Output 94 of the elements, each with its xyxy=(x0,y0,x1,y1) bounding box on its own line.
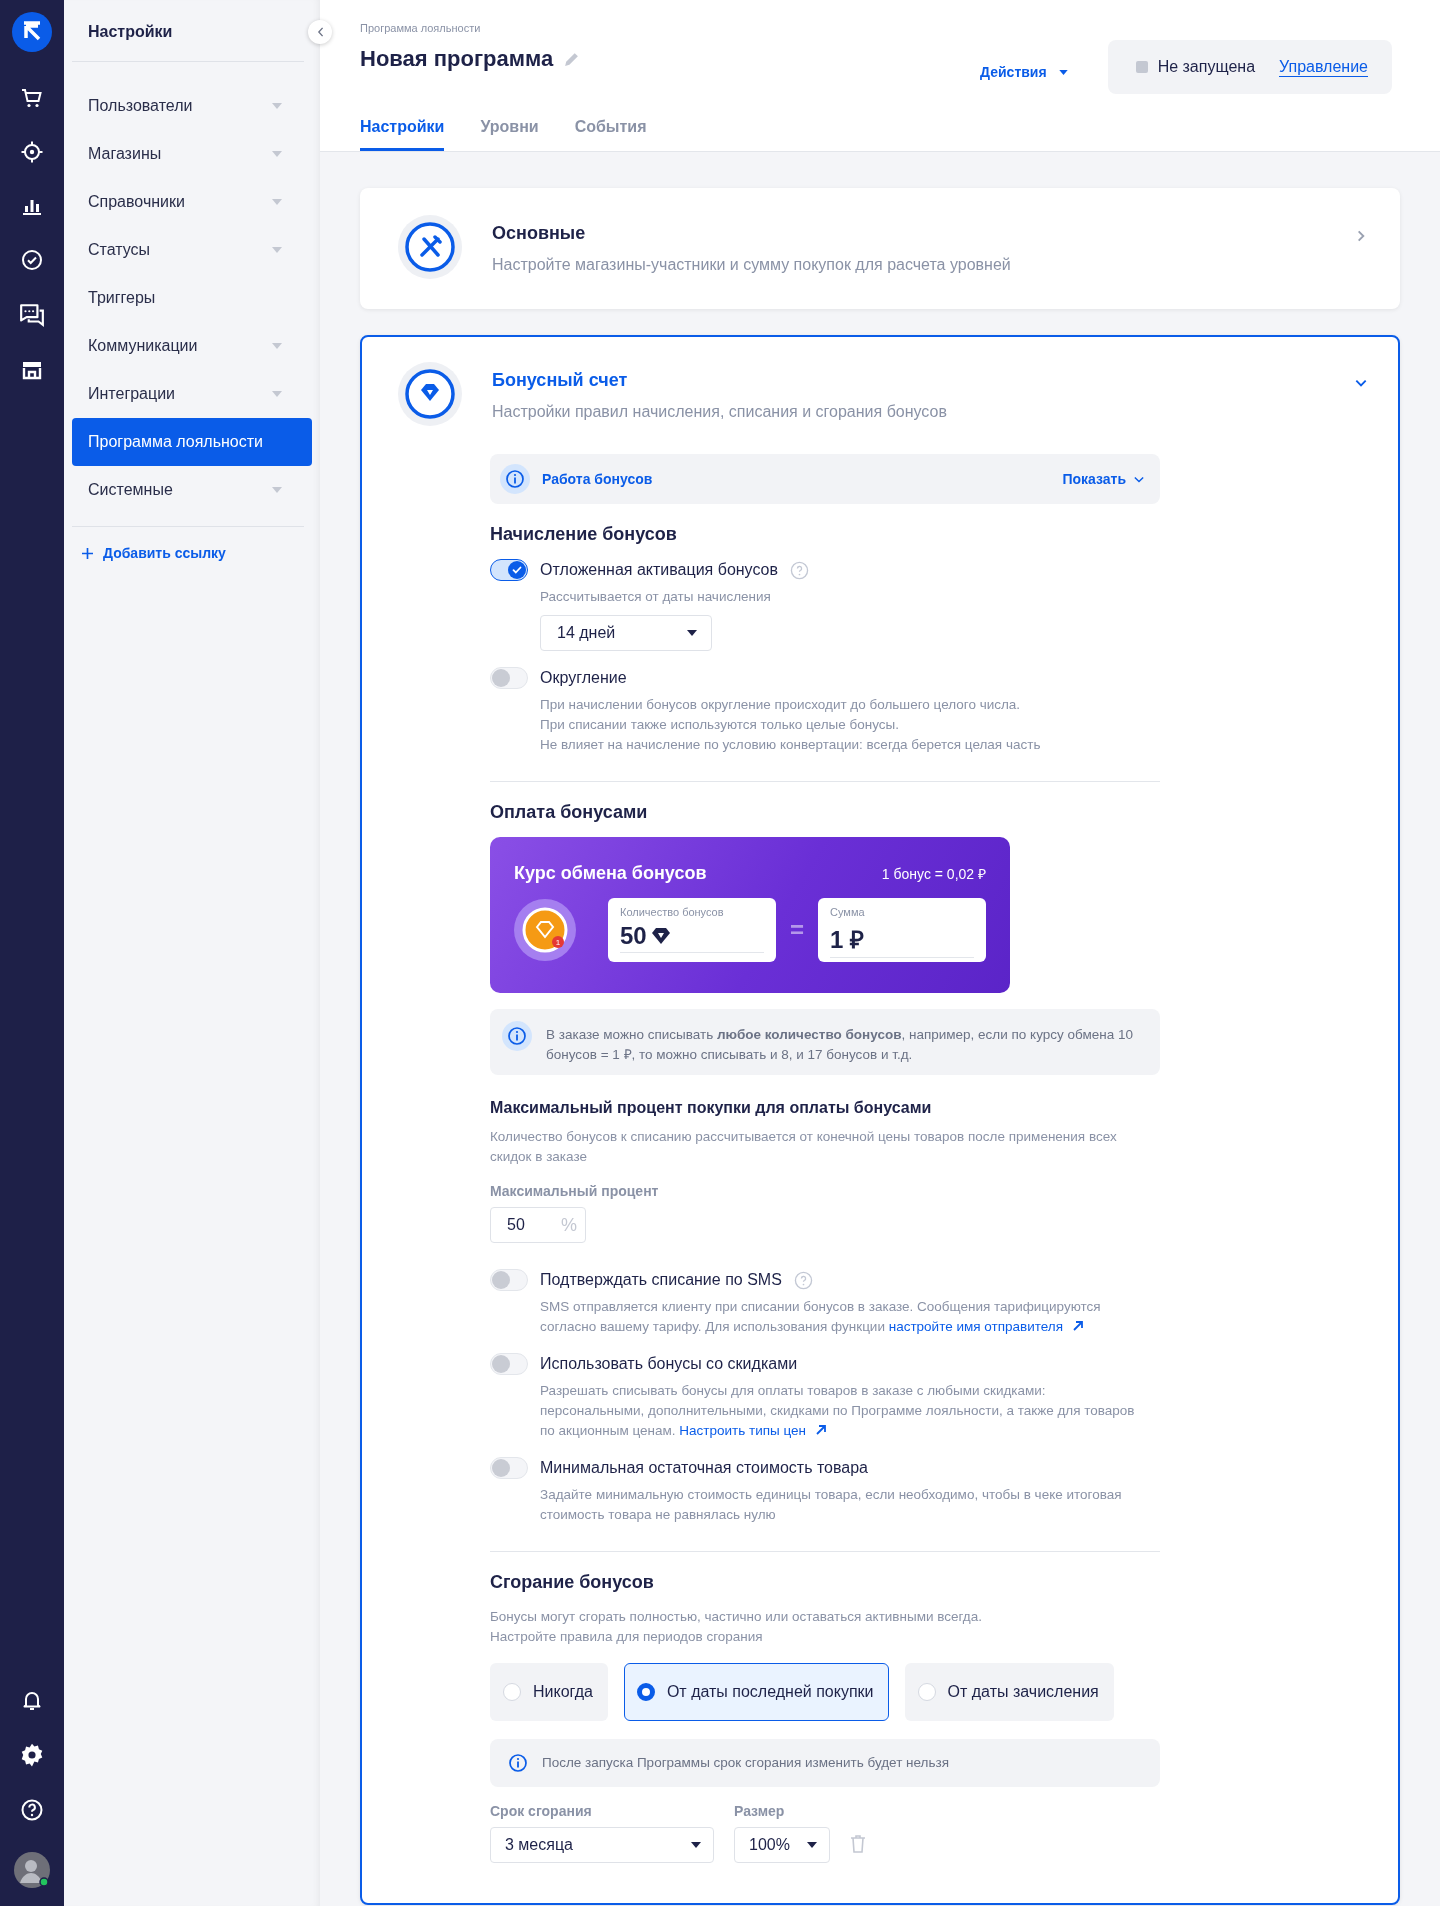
caret-icon xyxy=(272,487,282,493)
settings-link[interactable]: Настроить типы цен xyxy=(679,1423,806,1438)
option-label: Использовать бонусы со скидками xyxy=(540,1354,798,1374)
caret-icon xyxy=(807,1842,817,1848)
section-heading: Сгорание бонусов xyxy=(490,1572,655,1593)
settings-icon[interactable] xyxy=(19,1742,45,1768)
info-icon xyxy=(508,1753,528,1773)
field-label: Количество бонусов xyxy=(620,906,725,918)
toggle-switch[interactable] xyxy=(490,559,528,581)
gem-coin-icon xyxy=(514,899,576,961)
caret-icon xyxy=(272,391,282,397)
info-bar-title: Работа бонусов xyxy=(542,471,654,487)
option-label: Подтверждать списание по SMS xyxy=(540,1270,782,1290)
target-icon[interactable] xyxy=(20,140,44,164)
show-button[interactable]: Показать xyxy=(1062,471,1144,487)
caret-icon xyxy=(1058,69,1068,75)
check-icon xyxy=(511,564,523,576)
manage-link[interactable]: Управление xyxy=(1279,57,1368,77)
info-icon xyxy=(505,469,525,489)
option-label: Отложенная активация бонусов xyxy=(540,560,778,580)
card-title[interactable]: Основные xyxy=(492,223,1324,244)
sidebar-item[interactable]: Триггеры xyxy=(72,274,304,322)
caret-icon xyxy=(272,199,282,205)
option-description: SMS отправляется клиенту при списании бонусов в заказе. Сообщения тарифицируются согласно вашему тарифу. Для использования функции настройте имя отправителя xyxy=(540,1298,1102,1336)
external-link-icon[interactable] xyxy=(814,1423,828,1437)
tools-icon xyxy=(398,215,462,279)
actions-dropdown[interactable]: Действия xyxy=(974,58,1074,86)
field-value: 1 ₽ xyxy=(830,925,865,955)
chat-icon[interactable] xyxy=(19,302,45,328)
radio-option[interactable]: Никогда xyxy=(490,1663,608,1721)
status-label: Не запущена xyxy=(1157,58,1256,76)
sidebar-item[interactable]: Системные xyxy=(72,466,304,514)
settings-link[interactable]: настройте имя отправителя xyxy=(888,1319,1064,1334)
card-subtitle: Настройте магазины-участники и сумму покупок для расчета уровней xyxy=(492,256,1012,274)
status-square-icon xyxy=(1135,61,1148,73)
sidebar-item[interactable]: Статусы xyxy=(72,226,304,274)
sidebar-item[interactable]: Магазины xyxy=(72,130,304,178)
plus-icon xyxy=(82,547,93,559)
exchange-title: Курс обмена бонусов xyxy=(514,863,707,884)
field-label: Максимальный процент xyxy=(490,1183,660,1199)
field-label: Сумма xyxy=(830,906,866,918)
external-link-icon[interactable] xyxy=(1071,1319,1086,1333)
option-label: Минимальная остаточная стоимость товара xyxy=(540,1458,868,1478)
diamond-icon xyxy=(650,927,671,945)
caret-icon xyxy=(691,1842,701,1848)
sidebar-item[interactable]: Справочники xyxy=(72,178,304,226)
chevron-down-icon xyxy=(1134,475,1144,483)
avatar-icon[interactable] xyxy=(14,1852,50,1888)
section-heading: Начисление бонусов xyxy=(490,524,678,545)
logo-icon[interactable] xyxy=(12,12,52,52)
field-value: 50 xyxy=(620,922,647,950)
option-description: Задайте минимальную стоимость единицы товара, если необходимо, чтобы в чеке итоговая стоимость товара не равнялась нулю xyxy=(540,1486,1123,1524)
option-label: Округление xyxy=(540,668,627,688)
dropdown-field[interactable]: 100% xyxy=(734,1827,830,1863)
cart-icon[interactable] xyxy=(20,86,44,110)
field-label: Размер xyxy=(734,1803,786,1819)
note-text: После запуска Программы срок сгорания изменить будет нельзя xyxy=(542,1754,949,1772)
info-icon xyxy=(507,1026,527,1046)
subsection-description: Количество бонусов к списанию рассчитывается от конечной цены товаров после применения всех скидок в заказе xyxy=(490,1128,1118,1166)
exchange-field[interactable]: Сумма 1 ₽ xyxy=(818,898,986,962)
field-label: Срок сгорания xyxy=(490,1803,593,1819)
add-link-button[interactable]: Добавить ссылку xyxy=(72,527,304,579)
sidebar-item[interactable]: Пользователи xyxy=(72,82,304,130)
section-description: Бонусы могут сгорать полностью, частично или оставаться активными всегда. Настройте правила для периодов сгорания xyxy=(490,1608,983,1646)
dropdown-field[interactable]: 3 месяца xyxy=(490,1827,714,1863)
sidebar-item[interactable]: Программа лояльности xyxy=(72,418,312,466)
option-description: Разрешать списывать бонусы для оплаты товаров в заказе с любыми скидками: персональными, дополнительными, скидками по Программе лояльности, а также для товаров по акционным ценам. Настроить типы цен xyxy=(540,1382,1136,1440)
caret-icon xyxy=(272,151,282,157)
caret-icon xyxy=(272,247,282,253)
chevron-left-icon xyxy=(316,27,324,37)
check-circle-icon[interactable] xyxy=(20,248,44,272)
subsection-heading: Максимальный процент покупки для оплаты бонусами xyxy=(490,1099,933,1117)
option-description: При начислении бонусов округление происходит до большего целого числа. При списании также используются только целые бонусы. Не влияет на начисление по условию конвертации: всегда берется целая часть xyxy=(540,696,1041,754)
percent-field[interactable]: 50 % xyxy=(490,1207,586,1243)
caret-icon xyxy=(687,630,697,636)
radio-option[interactable]: От даты последней покупки xyxy=(623,1663,889,1721)
exchange-rate: 1 бонус = 0,02 ₽ xyxy=(881,865,986,883)
section-heading: Оплата бонусами xyxy=(490,802,649,823)
period-dropdown[interactable]: 14 дней xyxy=(540,615,712,651)
note-text: В заказе можно списывать любое количество бонусов, например, если по курсу обмена 10 бонусов = 1 ₽, то можно списывать и 8, и 17 бонусов и т.д. xyxy=(546,1026,1134,1064)
page-title: Новая программа xyxy=(360,46,554,72)
caret-icon xyxy=(272,343,282,349)
tab[interactable]: Настройки xyxy=(360,118,445,151)
sidebar-title: Настройки xyxy=(72,0,304,62)
caret-icon xyxy=(272,103,282,109)
card-title[interactable]: Бонусный счет xyxy=(492,370,1324,391)
option-description: Рассчитывается от даты начисления xyxy=(540,588,772,606)
exchange-field[interactable]: Количество бонусов 50 xyxy=(608,898,776,962)
sidebar-item[interactable]: Интеграции xyxy=(72,370,304,418)
radio-option[interactable]: От даты зачисления xyxy=(904,1663,1114,1721)
collapse-button[interactable] xyxy=(308,20,332,44)
sidebar-item[interactable]: Коммуникации xyxy=(72,322,304,370)
card-subtitle: Настройки правил начисления, списания и сгорания бонусов xyxy=(492,403,948,421)
equals-sign: = xyxy=(790,916,804,944)
